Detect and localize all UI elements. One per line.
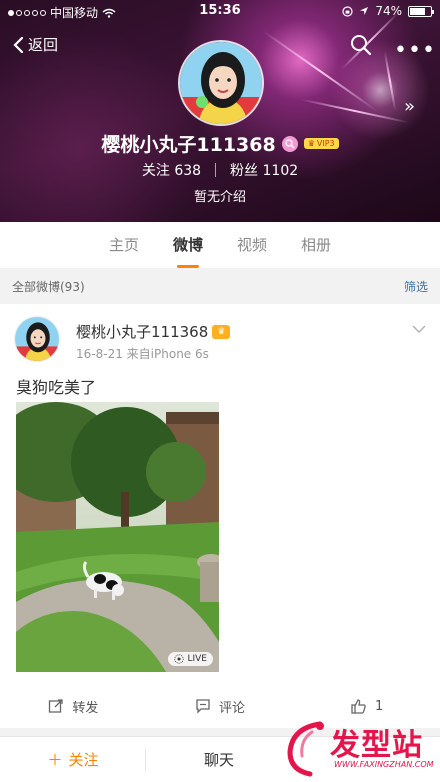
live-photo-badge[interactable]: LIVE [168, 652, 213, 666]
profile-name: 樱桃小丸子111368 [101, 134, 276, 156]
comment-icon [196, 699, 210, 714]
filter-bar: 全部微博(93) 筛选 [0, 271, 440, 301]
follow-label: 关注 [68, 751, 99, 769]
following-count: 638 [174, 163, 202, 179]
tab-home[interactable]: 主页 [109, 234, 139, 268]
following-label: 关注 [141, 163, 170, 179]
profile-stats: 关注 638 粉丝 1102 [0, 160, 440, 180]
following-stat[interactable]: 关注 638 [142, 160, 201, 180]
dog-garden-image [16, 402, 219, 672]
stat-divider [215, 163, 217, 177]
tab-video[interactable]: 视频 [237, 234, 267, 268]
filter-button[interactable]: 筛选 [404, 278, 428, 295]
post-text: 臭狗吃美了 [16, 378, 97, 397]
watermark-logo [287, 721, 324, 777]
profile-page: 中国移动 15:36 74% 返回 ••• » 樱桃小丸子111368 ♛ VI… [0, 0, 440, 782]
crown-icon: ♛ [307, 139, 315, 148]
profile-banner: 中国移动 15:36 74% 返回 ••• » 樱桃小丸子111368 ♛ VI… [0, 0, 440, 222]
search-icon [351, 35, 372, 56]
watermark-url: WWW.FAXINGZHAN.COM [334, 760, 434, 769]
repost-label: 转发 [72, 700, 99, 716]
avatar-image [180, 42, 262, 124]
double-chevron-right-icon: » [404, 96, 416, 117]
thumbs-up-icon [351, 698, 366, 714]
chat-label: 聊天 [203, 751, 234, 769]
post-card[interactable]: 樱桃小丸子111368 ♛ 16-8-21 来自iPhone 6s 臭狗吃美了 [0, 304, 440, 724]
back-button[interactable]: 返回 [12, 34, 58, 55]
search-button[interactable] [350, 34, 372, 60]
more-icon: ••• [394, 38, 436, 63]
followers-label: 粉丝 [230, 163, 259, 179]
expand-button[interactable]: » [404, 96, 415, 117]
search-badge-icon[interactable] [281, 135, 298, 152]
profile-intro: 暂无介绍 [193, 190, 246, 205]
repost-icon [49, 699, 63, 713]
status-bar: 中国移动 15:36 74% [0, 0, 440, 24]
profile-name-row: 樱桃小丸子111368 ♛ VIP3 [0, 130, 440, 157]
rotation-lock-icon [342, 5, 353, 17]
comment-label: 评论 [219, 700, 246, 716]
profile-avatar[interactable] [178, 40, 264, 126]
plus-icon: ＋ [47, 751, 63, 769]
repost-button[interactable]: 转发 [0, 684, 147, 728]
all-posts-label: 全部微博(93) [12, 280, 85, 294]
avatar-image [15, 317, 59, 361]
battery-icon [408, 5, 434, 17]
post-photo[interactable]: LIVE [16, 402, 219, 672]
vip-badge[interactable]: ♛ VIP3 [303, 138, 339, 149]
post-meta: 16-8-21 来自iPhone 6s [76, 345, 209, 362]
chevron-left-icon [13, 36, 24, 53]
live-label: LIVE [187, 654, 207, 664]
like-count: 1 [375, 698, 384, 714]
comment-button[interactable]: 评论 [147, 684, 294, 728]
watermark-text: 发型站 [330, 728, 423, 763]
post-source: 来自iPhone 6s [126, 347, 209, 361]
tab-weibo[interactable]: 微博 [173, 234, 203, 268]
back-label: 返回 [28, 36, 59, 54]
follow-button[interactable]: ＋ 关注 [0, 737, 146, 782]
profile-tabs: 主页 微博 视频 相册 [0, 222, 440, 268]
location-icon [360, 7, 369, 15]
followers-count: 1102 [262, 163, 299, 179]
crown-icon: ♛ [212, 324, 231, 339]
followers-stat[interactable]: 粉丝 1102 [230, 160, 298, 180]
post-avatar[interactable] [14, 316, 60, 362]
tab-album[interactable]: 相册 [301, 234, 331, 268]
post-author-name: 樱桃小丸子111368 [76, 323, 209, 341]
post-author[interactable]: 樱桃小丸子111368 ♛ [76, 321, 231, 342]
watermark: 发型站 WWW.FAXINGZHAN.COM [282, 716, 438, 780]
live-photo-icon [174, 654, 185, 664]
post-menu-button[interactable] [412, 322, 426, 336]
more-button[interactable]: ••• [394, 38, 436, 63]
vip-label: VIP3 [316, 139, 335, 148]
chevron-down-icon [412, 325, 426, 333]
chat-button[interactable]: 聊天 [146, 737, 292, 782]
battery-percent: 74% [375, 4, 402, 18]
post-date: 16-8-21 [76, 347, 123, 361]
